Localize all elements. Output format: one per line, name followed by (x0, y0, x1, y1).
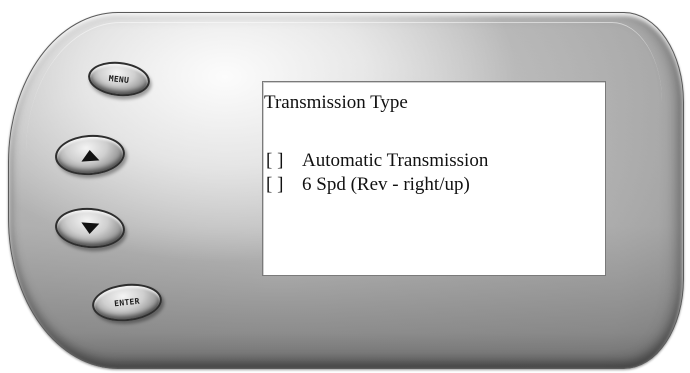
screen-title: Transmission Type (264, 92, 408, 113)
option-label: Automatic Transmission (302, 150, 489, 171)
option-label: 6 Spd (Rev - right/up) (302, 174, 470, 195)
down-arrow-icon (80, 221, 100, 235)
option-checkbox[interactable]: [ ] (266, 148, 302, 173)
up-arrow-icon (80, 148, 100, 162)
option-6-speed[interactable]: [ ] 6 Spd (Rev - right/up) (266, 172, 470, 197)
device-stage: MENU ENTER Transmission Type [ ] Automati… (0, 0, 690, 373)
option-automatic-transmission[interactable]: [ ] Automatic Transmission (266, 148, 488, 173)
enter-button-label: ENTER (113, 296, 141, 309)
display-screen: Transmission Type [ ] Automatic Transmiss… (262, 81, 606, 276)
option-checkbox[interactable]: [ ] (266, 172, 302, 197)
menu-button-label: MENU (108, 73, 130, 85)
